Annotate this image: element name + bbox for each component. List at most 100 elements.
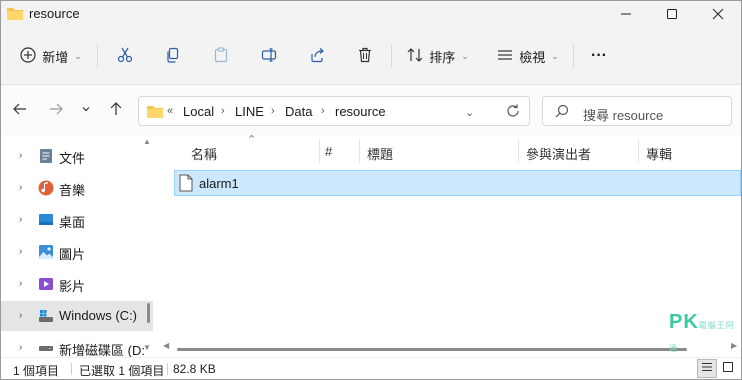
breadcrumb-local[interactable]: Local (183, 104, 214, 119)
drive-c-icon (38, 308, 54, 324)
status-divider (71, 363, 72, 375)
close-button[interactable] (695, 1, 741, 27)
column-label: 名稱 (191, 147, 218, 162)
arrow-up-icon (109, 101, 123, 119)
expand-chevron-icon[interactable]: › (19, 214, 22, 225)
clipboard-icon (213, 46, 229, 66)
expand-chevron-icon[interactable]: › (19, 182, 22, 193)
sidebar-item-pictures[interactable]: › 圖片 (1, 237, 153, 267)
chevron-down-icon (81, 103, 91, 117)
up-button[interactable] (103, 98, 129, 122)
desktop-icon (38, 212, 54, 228)
column-header-name[interactable]: 名稱 ⌃ (159, 134, 319, 165)
sidebar-label: 桌面 (59, 215, 86, 230)
column-header-number[interactable]: # (319, 135, 359, 165)
recent-locations-button[interactable] (73, 98, 99, 122)
large-icons-view-button[interactable] (718, 359, 738, 378)
view-button[interactable]: 檢視 ⌄ (493, 40, 563, 72)
minimize-button[interactable] (603, 1, 649, 27)
navigation-row: « Local › LINE › Data › resource ⌄ 搜尋 re… (1, 85, 741, 135)
search-placeholder: 搜尋 resource (583, 108, 664, 123)
folder-icon (147, 104, 163, 121)
copy-icon (165, 47, 181, 66)
forward-button[interactable] (43, 98, 69, 122)
copy-button[interactable] (159, 40, 187, 72)
maximize-button[interactable] (649, 1, 695, 27)
drive-d-icon (38, 340, 54, 356)
search-box[interactable]: 搜尋 resource (542, 96, 732, 126)
sidebar-label: 圖片 (59, 247, 86, 262)
address-bar[interactable]: « Local › LINE › Data › resource ⌄ (138, 96, 530, 126)
breadcrumb-line[interactable]: LINE (235, 104, 264, 119)
rename-button[interactable] (255, 40, 283, 72)
overflow-crumb[interactable]: « (167, 105, 173, 117)
column-label: 專輯 (646, 147, 673, 162)
chevron-right-icon[interactable]: › (271, 105, 275, 117)
large-icons-view-icon (722, 361, 734, 376)
view-label: 檢視 (519, 49, 546, 65)
trash-icon (357, 47, 373, 66)
file-row[interactable]: alarm1 (174, 170, 741, 196)
sidebar-label: 文件 (59, 151, 86, 166)
watermark-text: PK (669, 311, 699, 333)
scroll-left-arrow-icon[interactable]: ◀ (163, 341, 169, 350)
paste-button[interactable] (207, 40, 235, 72)
cut-button[interactable] (111, 40, 139, 72)
sidebar-item-videos[interactable]: › 影片 (1, 269, 153, 299)
sidebar-label: 影片 (59, 279, 86, 294)
command-bar: 新增 ⌄ 排序 ⌄ 檢視 ⌄ ··· (1, 27, 741, 85)
horizontal-scrollbar-thumb[interactable] (177, 348, 687, 351)
sidebar-item-windows-c[interactable]: › Windows (C:) (1, 301, 153, 331)
pictures-icon (38, 244, 54, 260)
sidebar-item-documents[interactable]: › 文件 (1, 141, 153, 171)
details-view-icon (701, 361, 713, 376)
expand-chevron-icon[interactable]: › (19, 246, 22, 257)
expand-chevron-icon[interactable]: › (19, 150, 22, 161)
selected-count: 已選取 1 個項目 (79, 364, 165, 378)
new-button[interactable]: 新增 ⌄ (15, 40, 87, 72)
sidebar-item-desktop[interactable]: › 桌面 (1, 205, 153, 235)
expand-chevron-icon[interactable]: › (19, 342, 22, 353)
chevron-right-icon[interactable]: › (321, 105, 325, 117)
music-icon (38, 180, 54, 196)
delete-button[interactable] (351, 40, 379, 72)
file-name: alarm1 (199, 176, 239, 191)
back-button[interactable] (7, 98, 33, 122)
chevron-right-icon[interactable]: › (221, 105, 225, 117)
column-header-album[interactable]: 專輯 (638, 135, 738, 165)
rename-icon (261, 47, 277, 66)
address-dropdown-chevron-icon[interactable]: ⌄ (465, 106, 474, 119)
breadcrumb-data[interactable]: Data (285, 104, 312, 119)
column-header-contributing-artists[interactable]: 參與演出者 (518, 135, 638, 165)
refresh-icon[interactable] (505, 103, 521, 122)
details-view-button[interactable] (697, 359, 717, 378)
status-divider (167, 363, 168, 375)
plus-circle-icon (20, 46, 36, 66)
view-list-icon (497, 47, 513, 66)
column-label: 參與演出者 (526, 147, 592, 162)
arrow-right-icon (49, 102, 63, 119)
sort-ascending-caret-icon: ⌃ (247, 134, 257, 146)
scroll-down-arrow-icon[interactable]: ▼ (143, 343, 151, 352)
sidebar-item-music[interactable]: › 音樂 (1, 173, 153, 203)
sidebar-label: Windows (C:) (59, 308, 138, 323)
videos-icon (38, 276, 54, 292)
navigation-pane: ▲ › 文件 › 音樂 › 桌面 › 圖片 › 影片 › Windows (C:… (1, 135, 153, 358)
more-options-button[interactable]: ··· (585, 40, 613, 72)
new-label: 新增 (42, 49, 69, 65)
share-icon (309, 47, 325, 66)
column-header-title[interactable]: 標題 (359, 135, 519, 165)
sort-arrows-icon (407, 47, 423, 66)
file-explorer-window: resource 新增 ⌄ 排序 ⌄ 檢視 ⌄ ··· « Local › LI… (0, 0, 742, 380)
toolbar-divider (391, 44, 392, 68)
share-button[interactable] (303, 40, 331, 72)
chevron-down-icon: ⌄ (461, 50, 469, 61)
expand-chevron-icon[interactable]: › (19, 278, 22, 289)
toolbar-divider (97, 44, 98, 68)
sidebar-scrollbar-thumb[interactable] (147, 303, 150, 323)
title-bar: resource (1, 1, 741, 27)
breadcrumb-resource[interactable]: resource (335, 104, 386, 119)
documents-icon (38, 148, 54, 164)
expand-chevron-icon[interactable]: › (19, 310, 22, 321)
sort-button[interactable]: 排序 ⌄ (403, 40, 473, 72)
